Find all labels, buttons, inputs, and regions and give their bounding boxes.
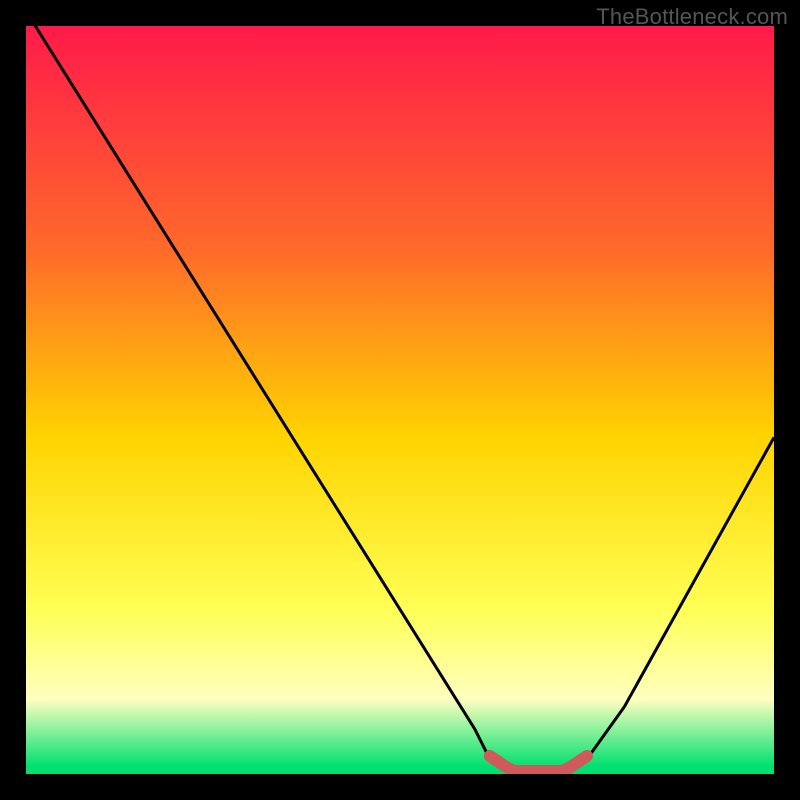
attribution-text: TheBottleneck.com	[596, 4, 788, 30]
chart-frame: TheBottleneck.com	[0, 0, 800, 800]
background-gradient	[26, 26, 774, 774]
plot-area	[26, 26, 774, 774]
